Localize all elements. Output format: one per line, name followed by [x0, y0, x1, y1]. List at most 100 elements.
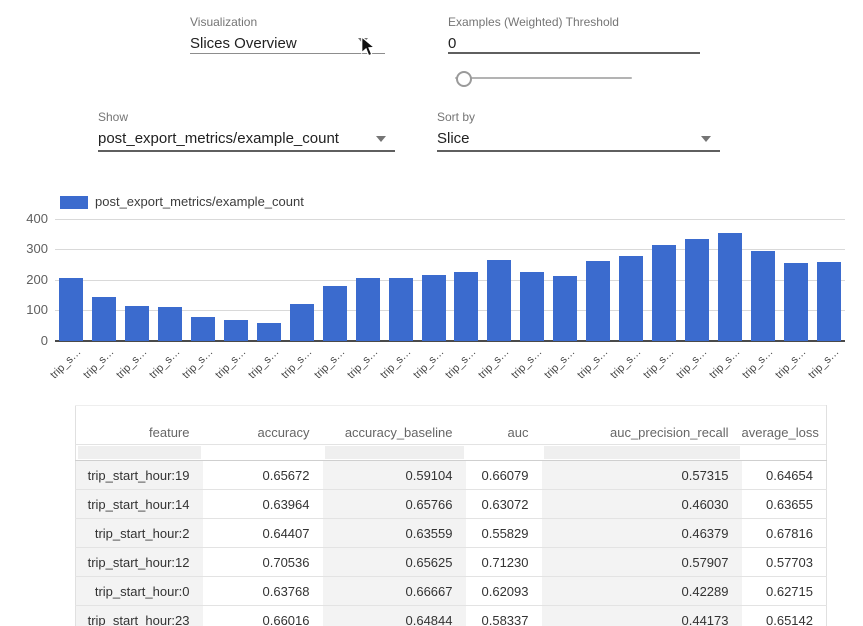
table-cell: 0.65142: [742, 606, 827, 626]
threshold-field[interactable]: Examples (Weighted) Threshold 0: [448, 15, 619, 54]
table-cell: 0.63559: [323, 519, 466, 548]
bar[interactable]: [784, 263, 808, 341]
bar[interactable]: [718, 233, 742, 341]
table-row[interactable]: trip_start_hour:20.644070.635590.558290.…: [76, 519, 827, 548]
table-cell: 0.64407: [203, 519, 323, 548]
bar[interactable]: [422, 275, 446, 341]
table-cell: 0.70536: [203, 548, 323, 577]
visualization-label: Visualization: [190, 15, 297, 29]
threshold-label: Examples (Weighted) Threshold: [448, 15, 619, 29]
metrics-table: featureaccuracyaccuracy_baselineaucauc_p…: [75, 405, 827, 626]
y-axis-tick-label: 0: [0, 333, 48, 349]
table-cell: 0.63655: [742, 490, 827, 519]
bar[interactable]: [520, 272, 544, 341]
threshold-input[interactable]: 0: [448, 34, 619, 54]
y-axis-tick-label: 400: [0, 211, 48, 227]
bar[interactable]: [817, 262, 841, 341]
bar[interactable]: [619, 256, 643, 341]
filter-input[interactable]: [78, 446, 201, 459]
table-cell: 0.66667: [323, 577, 466, 606]
column-header-accuracy[interactable]: accuracy: [203, 406, 323, 445]
table-cell: 0.46030: [542, 490, 742, 519]
threshold-slider-track[interactable]: [455, 77, 632, 79]
bar[interactable]: [586, 261, 610, 341]
table-row[interactable]: trip_start_hour:140.639640.657660.630720…: [76, 490, 827, 519]
filter-cell: [203, 445, 323, 461]
sort-by-value[interactable]: Slice: [437, 129, 475, 149]
table-cell: 0.71230: [466, 548, 542, 577]
column-header-auc_precision_recall[interactable]: auc_precision_recall: [542, 406, 742, 445]
column-header-feature[interactable]: feature: [76, 406, 203, 445]
filter-cell: [76, 445, 203, 461]
legend-label: post_export_metrics/example_count: [95, 194, 304, 209]
table-cell: 0.64844: [323, 606, 466, 626]
y-axis-tick-label: 300: [0, 241, 48, 257]
visualization-value[interactable]: Slices Overview: [190, 34, 297, 54]
threshold-slider-thumb[interactable]: [456, 71, 472, 87]
show-value[interactable]: post_export_metrics/example_count: [98, 129, 339, 149]
table-cell: trip_start_hour:2: [76, 519, 203, 548]
bar[interactable]: [290, 304, 314, 341]
table-row[interactable]: trip_start_hour:120.705360.656250.712300…: [76, 548, 827, 577]
table-cell: 0.65766: [323, 490, 466, 519]
bar[interactable]: [685, 239, 709, 341]
filter-input[interactable]: [325, 446, 464, 459]
y-axis-tick-label: 200: [0, 272, 48, 288]
table-row[interactable]: trip_start_hour:230.660160.648440.583370…: [76, 606, 827, 626]
sort-by-label: Sort by: [437, 110, 475, 124]
mouse-cursor-icon: [360, 36, 376, 63]
table-cell: 0.63964: [203, 490, 323, 519]
column-header-auc[interactable]: auc: [466, 406, 542, 445]
table-cell: 0.65672: [203, 461, 323, 490]
table-cell: trip_start_hour:14: [76, 490, 203, 519]
bar[interactable]: [92, 297, 116, 341]
table-cell: 0.46379: [542, 519, 742, 548]
bar[interactable]: [553, 276, 577, 341]
table-cell: 0.59104: [323, 461, 466, 490]
bar[interactable]: [125, 306, 149, 341]
bar[interactable]: [224, 320, 248, 341]
visualization-underline: [190, 53, 385, 54]
table-cell: trip_start_hour:19: [76, 461, 203, 490]
table-header-row: featureaccuracyaccuracy_baselineaucauc_p…: [76, 406, 827, 445]
slices-overview-page: Visualization Slices Overview Examples (…: [0, 0, 863, 626]
bar[interactable]: [356, 278, 380, 341]
bar[interactable]: [191, 317, 215, 341]
chevron-down-icon[interactable]: [376, 136, 386, 142]
show-dropdown[interactable]: Show post_export_metrics/example_count: [98, 110, 339, 149]
bar[interactable]: [751, 251, 775, 341]
gridline: [55, 219, 845, 220]
table-cell: 0.63072: [466, 490, 542, 519]
threshold-underline: [448, 52, 700, 54]
filter-cell: [323, 445, 466, 461]
bar[interactable]: [389, 278, 413, 341]
y-axis-tick-label: 100: [0, 302, 48, 318]
table-row[interactable]: trip_start_hour:190.656720.591040.660790…: [76, 461, 827, 490]
table-cell: 0.63768: [203, 577, 323, 606]
bar[interactable]: [487, 260, 511, 341]
filter-input[interactable]: [544, 446, 740, 459]
table-cell: 0.57703: [742, 548, 827, 577]
table-cell: 0.57907: [542, 548, 742, 577]
visualization-dropdown[interactable]: Visualization Slices Overview: [190, 15, 297, 54]
legend-swatch: [60, 196, 88, 209]
filter-cell: [466, 445, 542, 461]
table-cell: 0.62093: [466, 577, 542, 606]
bar[interactable]: [158, 307, 182, 341]
table-cell: 0.66079: [466, 461, 542, 490]
bar[interactable]: [59, 278, 83, 341]
table-cell: 0.44173: [542, 606, 742, 626]
bar[interactable]: [257, 323, 281, 341]
bar[interactable]: [454, 272, 478, 341]
column-header-accuracy_baseline[interactable]: accuracy_baseline: [323, 406, 466, 445]
bar[interactable]: [323, 286, 347, 341]
column-header-average_loss[interactable]: average_loss: [742, 406, 827, 445]
table-cell: 0.42289: [542, 577, 742, 606]
filter-cell: [742, 445, 827, 461]
bar[interactable]: [652, 245, 676, 341]
show-label: Show: [98, 110, 339, 124]
table-cell: 0.65625: [323, 548, 466, 577]
chevron-down-icon[interactable]: [701, 136, 711, 142]
sort-by-dropdown[interactable]: Sort by Slice: [437, 110, 475, 149]
table-row[interactable]: trip_start_hour:00.637680.666670.620930.…: [76, 577, 827, 606]
